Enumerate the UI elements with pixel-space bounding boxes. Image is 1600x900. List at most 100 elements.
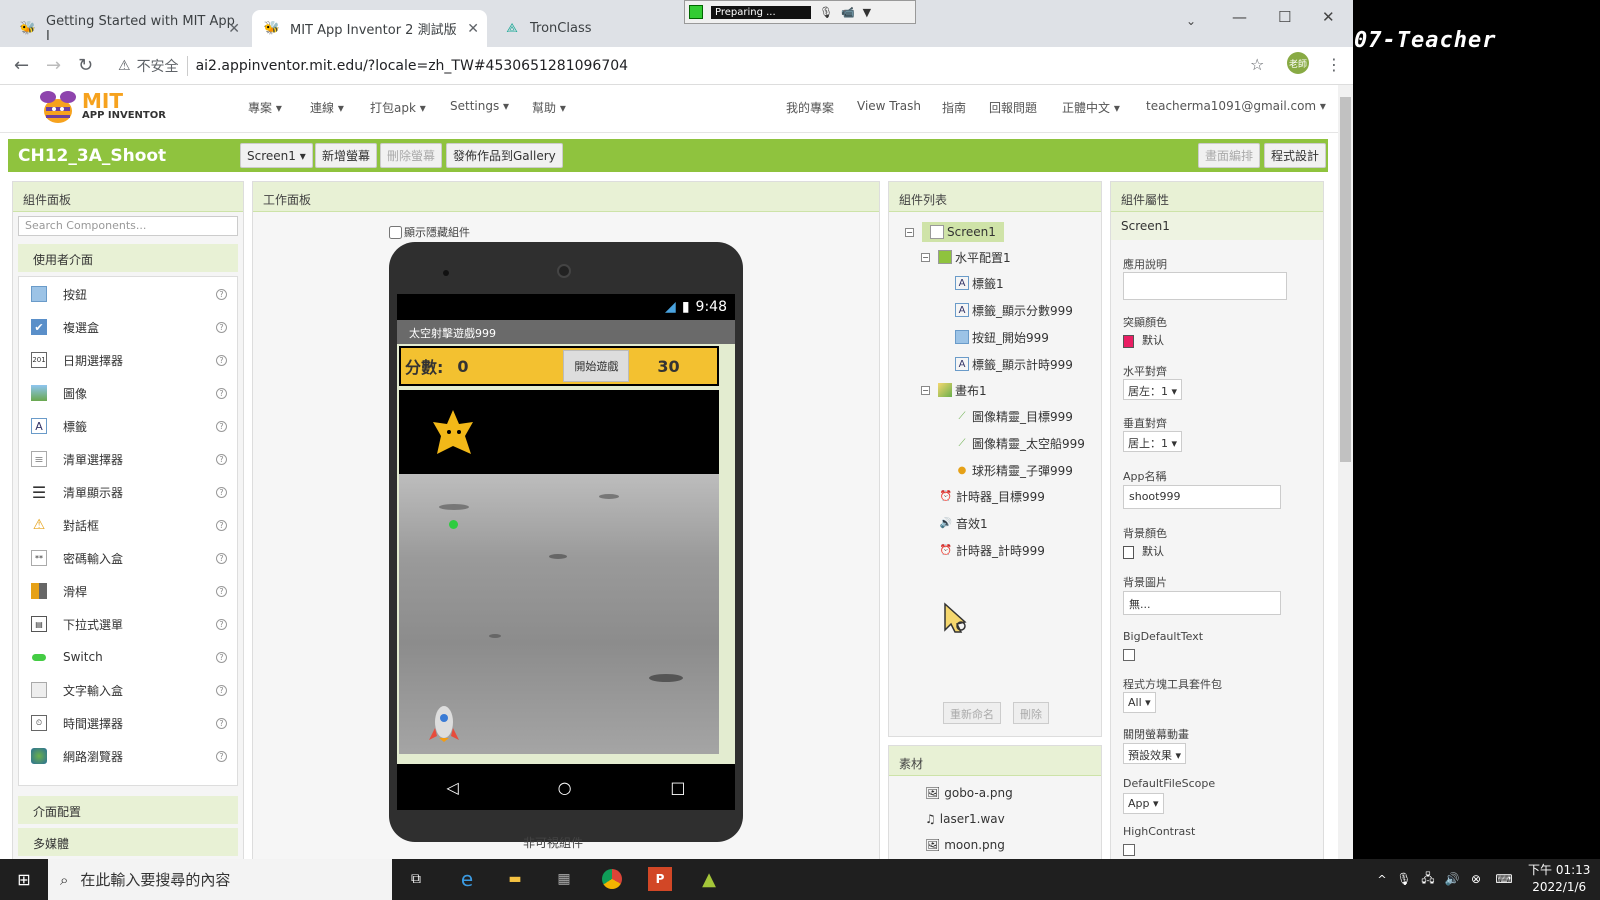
- recents-nav-icon[interactable]: □: [670, 778, 685, 797]
- powerpoint-icon[interactable]: P: [648, 867, 672, 891]
- tree-sprite-ship[interactable]: ⟋ 圖像精靈_太空船999: [955, 432, 1085, 454]
- blocks-button[interactable]: 程式設計: [1264, 143, 1327, 168]
- media-file-gobo[interactable]: 🖼 gobo-a.png: [925, 786, 1013, 800]
- tray-status-icon[interactable]: ⊗: [1464, 867, 1488, 891]
- menu-report[interactable]: 回報問題: [989, 99, 1037, 116]
- tree-clock-timer[interactable]: ⏰ 計時器_計時999: [939, 539, 1045, 561]
- tab-tronclass[interactable]: ⟁ TronClass: [492, 10, 712, 47]
- spaceship-sprite[interactable]: [429, 700, 459, 742]
- palette-item-spinner[interactable]: ▤ 下拉式選單?: [19, 609, 237, 639]
- bg-color-value[interactable]: 默认: [1123, 543, 1164, 559]
- tree-label-timer[interactable]: A 標籤_顯示計時999: [955, 353, 1073, 375]
- windows-start-icon[interactable]: ⊞: [12, 867, 36, 891]
- publish-gallery-button[interactable]: 發佈作品到Gallery: [446, 143, 563, 168]
- tree-label-score[interactable]: A 標籤_顯示分數999: [955, 299, 1073, 321]
- microphone-icon[interactable]: 🎙: [819, 6, 833, 19]
- help-icon[interactable]: ?: [216, 684, 227, 696]
- help-icon[interactable]: ?: [216, 651, 227, 663]
- tray-volume-icon[interactable]: 🔊: [1440, 867, 1464, 891]
- add-screen-button[interactable]: 新增螢幕: [315, 143, 378, 168]
- help-icon[interactable]: ?: [216, 453, 227, 465]
- home-nav-icon[interactable]: ○: [558, 778, 572, 797]
- avatar[interactable]: 老師: [1287, 52, 1309, 74]
- section-user-interface[interactable]: 使用者介面: [18, 244, 238, 272]
- show-hidden-checkbox[interactable]: 顯示隱藏組件: [389, 224, 470, 240]
- help-icon[interactable]: ?: [216, 321, 227, 333]
- tree-button-start[interactable]: 按鈕_開始999: [955, 326, 1049, 348]
- help-icon[interactable]: ?: [216, 288, 227, 300]
- back-nav-icon[interactable]: ◁: [446, 778, 458, 797]
- palette-item-textbox[interactable]: 文字輸入盒?: [19, 675, 237, 705]
- menu-account[interactable]: teacherma1091@gmail.com ▾: [1146, 99, 1326, 113]
- tree-screen1[interactable]: − Screen1: [905, 221, 1004, 243]
- bullet-ball-sprite[interactable]: [449, 520, 458, 529]
- palette-item-passwordtextbox[interactable]: ** 密碼輸入盒?: [19, 543, 237, 573]
- tree-label1[interactable]: A 標籤1: [955, 272, 1004, 294]
- palette-item-image[interactable]: 圖像?: [19, 378, 237, 408]
- toolkit-dropdown[interactable]: All ▾: [1123, 692, 1156, 713]
- palette-item-listview[interactable]: ☰ 清單顯示器?: [19, 477, 237, 507]
- help-icon[interactable]: ?: [216, 750, 227, 762]
- section-layout[interactable]: 介面配置: [18, 796, 238, 824]
- tree-ball-bullet[interactable]: ● 球形精靈_子彈999: [955, 459, 1073, 481]
- tab-app-inventor[interactable]: 🐝 MIT App Inventor 2 測試版 ✕: [252, 10, 487, 47]
- mit-logo[interactable]: MIT APP INVENTOR: [36, 87, 166, 125]
- delete-button[interactable]: 刪除: [1013, 702, 1049, 724]
- close-tab-icon[interactable]: ✕: [467, 21, 479, 37]
- palette-item-button[interactable]: 按鈕?: [19, 279, 237, 309]
- chrome-icon[interactable]: [600, 867, 624, 891]
- game-canvas[interactable]: [399, 390, 719, 754]
- tab-getting-started[interactable]: 🐝 Getting Started with MIT App I ✕: [8, 10, 248, 47]
- tray-chevron-icon[interactable]: ^: [1370, 867, 1394, 891]
- media-file-moon[interactable]: 🖼 moon.png: [925, 838, 1005, 852]
- help-icon[interactable]: ?: [216, 486, 227, 498]
- camera-icon[interactable]: 📹: [841, 6, 855, 19]
- reload-icon[interactable]: ↻: [78, 55, 93, 76]
- help-icon[interactable]: ?: [216, 618, 227, 630]
- menu-project[interactable]: 專案 ▾: [248, 99, 282, 116]
- menu-settings[interactable]: Settings ▾: [450, 99, 509, 113]
- palette-item-listpicker[interactable]: ≡ 清單選擇器?: [19, 444, 237, 474]
- menu-guide[interactable]: 指南: [942, 99, 966, 116]
- close-tab-icon[interactable]: ✕: [228, 21, 240, 37]
- menu-my-projects[interactable]: 我的專案: [786, 99, 834, 116]
- menu-build[interactable]: 打包apk ▾: [370, 99, 426, 116]
- high-contrast-checkbox[interactable]: [1123, 844, 1135, 856]
- media-file-laser[interactable]: ♫ laser1.wav: [925, 812, 1005, 826]
- align-v-dropdown[interactable]: 居上：1 ▾: [1123, 431, 1183, 452]
- tray-network-icon[interactable]: 🖧: [1416, 867, 1440, 891]
- palette-item-label[interactable]: A 標籤?: [19, 411, 237, 441]
- big-text-checkbox[interactable]: [1123, 649, 1135, 661]
- help-icon[interactable]: ?: [216, 420, 227, 432]
- tree-canvas[interactable]: − 畫布1: [921, 379, 987, 401]
- palette-item-checkbox[interactable]: ✔ 複選盒?: [19, 312, 237, 342]
- designer-button[interactable]: 畫面編排: [1198, 143, 1261, 168]
- collapse-icon[interactable]: −: [921, 252, 930, 262]
- palette-item-timepicker[interactable]: ⏲ 時間選擇器?: [19, 708, 237, 738]
- palette-item-switch[interactable]: Switch?: [19, 642, 237, 672]
- help-icon[interactable]: ?: [216, 717, 227, 729]
- screen-dropdown[interactable]: Screen1 ▾: [240, 143, 313, 168]
- start-game-button[interactable]: 開始遊戲: [563, 350, 630, 382]
- horizontal-arrangement[interactable]: 分數: 0 開始遊戲 30: [399, 346, 719, 386]
- menu-language[interactable]: 正體中文 ▾: [1062, 99, 1120, 116]
- file-scope-dropdown[interactable]: App ▾: [1123, 793, 1164, 814]
- accent-color-value[interactable]: 默认: [1123, 332, 1164, 348]
- palette-item-slider[interactable]: 滑桿?: [19, 576, 237, 606]
- palette-item-datepicker[interactable]: 201 日期選擇器?: [19, 345, 237, 375]
- file-explorer-icon[interactable]: ▬: [503, 867, 527, 891]
- help-icon[interactable]: ?: [216, 552, 227, 564]
- tree-sound[interactable]: 🔊 音效1: [939, 512, 988, 534]
- app-window-icon[interactable]: ▦: [552, 867, 576, 891]
- bookmark-star-icon[interactable]: ☆: [1250, 55, 1264, 74]
- kebab-menu-icon[interactable]: ⋮: [1326, 55, 1342, 74]
- collapse-icon[interactable]: −: [921, 385, 930, 395]
- section-media[interactable]: 多媒體: [18, 828, 238, 856]
- app-name-input[interactable]: shoot999: [1123, 485, 1281, 509]
- tree-horizontal-arrangement[interactable]: − 水平配置1: [921, 246, 1011, 268]
- url-field[interactable]: ⚠ 不安全 ai2.appinventor.mit.edu/?locale=zh…: [118, 52, 1248, 80]
- search-components-input[interactable]: Search Components...: [18, 216, 238, 236]
- forward-icon[interactable]: →: [46, 55, 61, 76]
- edge-icon[interactable]: e: [455, 867, 479, 891]
- task-view-icon[interactable]: ⧉: [404, 867, 428, 891]
